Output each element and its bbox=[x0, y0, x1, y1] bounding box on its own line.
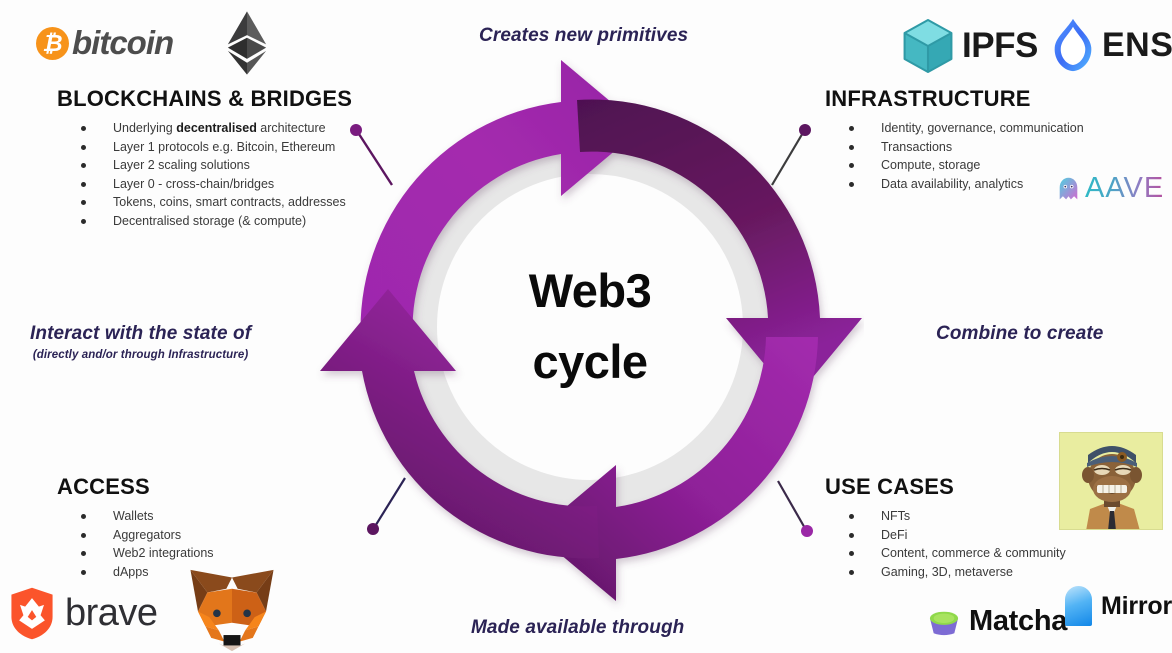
connector-line-usecases bbox=[777, 480, 807, 531]
ethereum-logo bbox=[216, 10, 278, 76]
brave-wordmark: brave bbox=[65, 592, 158, 634]
bullet-item: Underlying decentralised architecture bbox=[57, 119, 352, 138]
bullet-item: Tokens, coins, smart contracts, addresse… bbox=[57, 193, 352, 212]
bullet-item: Data availability, analytics bbox=[825, 175, 1084, 194]
aave-ghost-icon bbox=[1059, 177, 1078, 199]
bullet-item: Layer 1 protocols e.g. Bitcoin, Ethereum bbox=[57, 138, 352, 157]
bullet-text: Identity, governance, communication bbox=[881, 121, 1084, 135]
bullet-text: Aggregators bbox=[113, 527, 182, 542]
bullet-item: Layer 0 - cross-chain/bridges bbox=[57, 175, 352, 194]
connector-line-infrastructure bbox=[771, 130, 805, 186]
bitcoin-icon: ₿ bbox=[36, 26, 69, 60]
ens-icon bbox=[1054, 18, 1092, 72]
bitcoin-wordmark: bitcoin bbox=[72, 24, 174, 61]
bullet-text: Wallets bbox=[113, 509, 154, 523]
bullet-text: Underlying bbox=[113, 121, 177, 135]
phrase-bottom: Made available through bbox=[471, 617, 685, 638]
connector-line-blockchains bbox=[355, 130, 394, 186]
matcha-wordmark: Matcha bbox=[969, 605, 1068, 637]
ipfs-logo: IPFS bbox=[902, 18, 1038, 74]
aave-logo: AAVE bbox=[1058, 172, 1164, 205]
bullet-strong: decentralised bbox=[176, 121, 257, 135]
phrase-left: Interact with the state of bbox=[30, 323, 252, 344]
connector-dot-usecases bbox=[801, 525, 813, 537]
quadrant-title-infrastructure: INFRASTRUCTURE bbox=[825, 86, 1031, 111]
bullet-text: DeFi bbox=[881, 527, 908, 542]
bullet-text: Decentralised storage (& compute) bbox=[113, 213, 307, 228]
bullet-text: Compute, storage bbox=[881, 158, 981, 173]
mirror-logo: Mirror bbox=[1065, 586, 1172, 626]
quadrant-access: ACCESS Wallets Aggregators Web2 integrat… bbox=[57, 474, 214, 581]
phrase-left-sub: (directly and/or through Infrastructure) bbox=[32, 349, 249, 361]
bullet-text: Web2 integrations bbox=[113, 546, 214, 561]
brave-lion-icon bbox=[11, 587, 53, 640]
quadrant-title-access: ACCESS bbox=[57, 474, 150, 499]
mirror-wordmark: Mirror bbox=[1101, 591, 1172, 620]
quadrant-blockchains: BLOCKCHAINS & BRIDGES Underlying decentr… bbox=[57, 86, 352, 231]
bullet-item: Identity, governance, communication bbox=[825, 119, 1084, 138]
bullet-item: DeFi bbox=[825, 526, 1066, 545]
quadrant-infrastructure: INFRASTRUCTURE Identity, governance, com… bbox=[825, 86, 1084, 193]
bullet-text: Data availability, analytics bbox=[881, 176, 1024, 191]
bullet-item: Web2 integrations bbox=[57, 544, 214, 563]
bullet-list-blockchains: Underlying decentralised architecture La… bbox=[57, 119, 352, 231]
bullet-item: NFTs bbox=[825, 507, 1066, 526]
bullet-text: Gaming, 3D, metaverse bbox=[881, 564, 1013, 579]
brave-logo: brave bbox=[8, 586, 158, 641]
quadrant-title-blockchains: BLOCKCHAINS & BRIDGES bbox=[57, 86, 353, 111]
bullet-item: Gaming, 3D, metaverse bbox=[825, 563, 1066, 582]
bullet-text: Layer 0 - cross-chain/bridges bbox=[113, 176, 275, 191]
metamask-logo bbox=[184, 568, 280, 653]
metamask-fox-icon bbox=[190, 569, 274, 652]
connector-dot-access bbox=[367, 523, 379, 535]
bullet-item: Content, commerce & community bbox=[825, 544, 1066, 563]
quadrant-usecases: USE CASES NFTs DeFi Content, commerce & … bbox=[825, 474, 1066, 581]
bullet-list-infrastructure: Identity, governance, communication Tran… bbox=[825, 119, 1084, 193]
bullet-text: dApps bbox=[113, 564, 149, 579]
connector-dot-infrastructure bbox=[799, 124, 811, 136]
bullet-item: Compute, storage bbox=[825, 156, 1084, 175]
bored-ape-icon bbox=[1060, 433, 1162, 529]
bullet-item: Layer 2 scaling solutions bbox=[57, 156, 352, 175]
bullet-item: Wallets bbox=[57, 507, 214, 526]
bullet-text: Transactions bbox=[881, 139, 953, 154]
bullet-text: NFTs bbox=[881, 509, 911, 523]
bullet-item: Transactions bbox=[825, 138, 1084, 157]
phrase-right: Combine to create bbox=[936, 323, 1104, 344]
phrase-top: Creates new primitives bbox=[479, 25, 689, 46]
ipfs-wordmark: IPFS bbox=[962, 26, 1038, 65]
mirror-arch-icon bbox=[1065, 586, 1092, 626]
ethereum-icon bbox=[227, 11, 267, 75]
bullet-text: Layer 1 protocols e.g. Bitcoin, Ethereum bbox=[113, 139, 336, 154]
phrase-left-wrap: Interact with the state of (directly and… bbox=[30, 323, 251, 361]
bullet-text-post: architecture bbox=[256, 121, 326, 135]
matcha-bowl-icon bbox=[929, 611, 959, 635]
bullet-text: Content, commerce & community bbox=[881, 546, 1066, 561]
web3-cycle-diagram: Web3 cycle Creates new primitives Combin… bbox=[0, 0, 1172, 653]
bullet-text: Layer 2 scaling solutions bbox=[113, 158, 250, 173]
quadrant-title-usecases: USE CASES bbox=[825, 474, 954, 499]
ipfs-cube-icon bbox=[903, 18, 953, 74]
connector-line-access bbox=[373, 477, 406, 529]
bitcoin-logo: ₿ bitcoin bbox=[36, 24, 174, 62]
matcha-logo: Matcha bbox=[927, 605, 1067, 638]
ens-logo: ENS bbox=[1052, 18, 1172, 72]
aave-wordmark: AAVE bbox=[1085, 172, 1165, 204]
bullet-item: Aggregators bbox=[57, 526, 214, 545]
bullet-item: Decentralised storage (& compute) bbox=[57, 212, 352, 231]
bored-ape-nft-image bbox=[1059, 432, 1163, 530]
bullet-text: Tokens, coins, smart contracts, addresse… bbox=[113, 195, 346, 210]
bullet-list-usecases: NFTs DeFi Content, commerce & community … bbox=[825, 507, 1066, 581]
ens-wordmark: ENS bbox=[1102, 25, 1172, 64]
